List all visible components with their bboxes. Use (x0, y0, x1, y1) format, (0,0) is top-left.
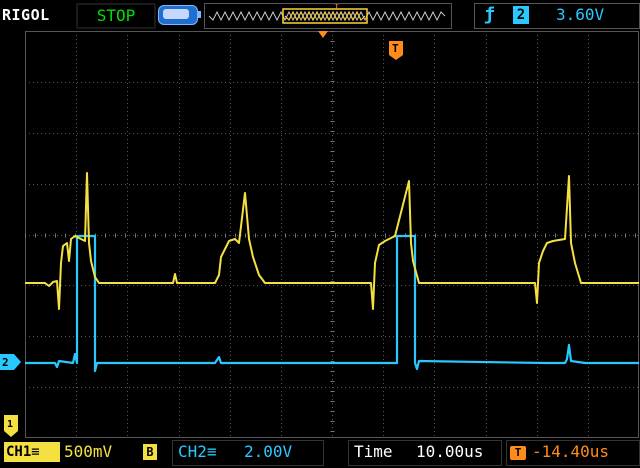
trigger-offset-icon: T (510, 446, 526, 460)
ch1-volts-div: 500mV (64, 442, 113, 461)
memory-trigger-marker: T (334, 3, 340, 13)
trigger-source-badge: 2 (513, 6, 529, 24)
timebase-value: 10.00us (416, 442, 484, 461)
waveform-display[interactable]: T (25, 31, 639, 438)
trigger-level: 3.60V (556, 5, 605, 24)
svg-text:T: T (392, 42, 399, 55)
svg-text:2: 2 (2, 356, 9, 369)
rising-edge-icon: ƒ (484, 4, 495, 25)
svg-text:1: 1 (7, 419, 13, 430)
timebase-label: Time (354, 442, 393, 461)
ch1-ground-marker[interactable]: 1 (4, 415, 18, 437)
ch2-ground-marker[interactable]: 2 (0, 354, 22, 370)
ch1-bandwidth-limit-badge: B (143, 444, 157, 460)
ch2-label: CH2≡ (178, 442, 217, 461)
run-stop-status[interactable]: STOP (76, 3, 156, 29)
trigger-offset-value: -14.40us (532, 442, 610, 461)
battery-icon (158, 5, 201, 25)
brand-logo: RIGOL (2, 6, 50, 24)
ch1-label[interactable]: CH1≡ (4, 442, 60, 462)
memory-overview[interactable]: T (204, 3, 452, 29)
ch2-volts-div: 2.00V (244, 442, 293, 461)
